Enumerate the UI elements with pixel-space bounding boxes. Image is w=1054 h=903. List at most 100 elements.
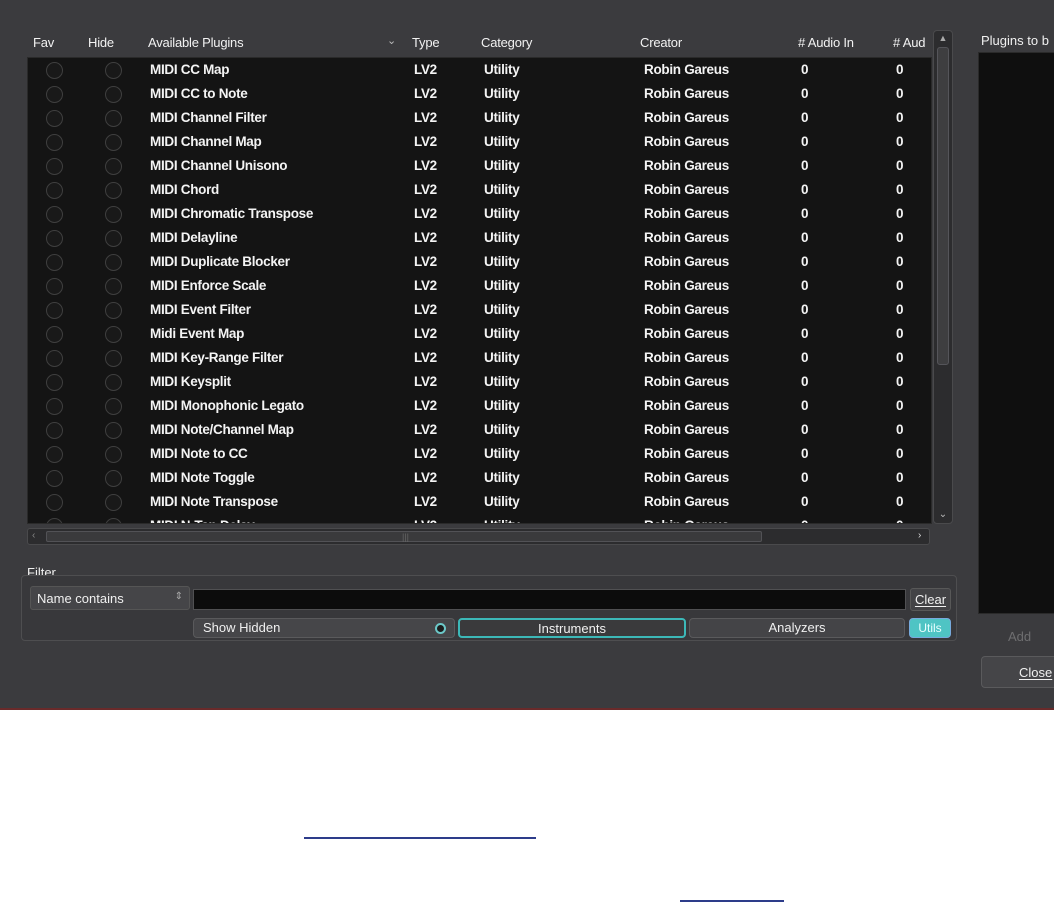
cell-category: Utility [484, 62, 520, 77]
plugin-list[interactable]: MIDI CC Map LV2 Utility Robin Gareus 0 0 MIDI … [27, 57, 932, 524]
cell-audio-in: 0 [801, 230, 809, 245]
cell-creator: Robin Gareus [644, 326, 729, 341]
scroll-up-icon[interactable]: ▲ [936, 33, 950, 45]
fav-radio[interactable] [46, 350, 63, 367]
scroll-left-icon[interactable]: ‹ [32, 530, 35, 541]
hide-radio[interactable] [105, 494, 122, 511]
table-row[interactable]: MIDI Chromatic Transpose LV2 Utility Robin … [28, 202, 931, 226]
hide-radio[interactable] [105, 182, 122, 199]
column-header-type[interactable]: Type [412, 35, 440, 50]
vertical-scrollbar[interactable]: ▲ ⌄ [933, 30, 953, 524]
hide-radio[interactable] [105, 86, 122, 103]
fav-radio[interactable] [46, 326, 63, 343]
scroll-right-icon[interactable]: › [918, 530, 921, 541]
fav-radio[interactable] [46, 398, 63, 415]
cell-audio-out: 0 [896, 422, 904, 437]
table-row[interactable]: MIDI Monophonic Legato LV2 Utility Robin Ga… [28, 394, 931, 418]
fav-radio[interactable] [46, 182, 63, 199]
scrollbar-thumb[interactable] [937, 47, 949, 365]
column-header-fav[interactable]: Fav [33, 35, 54, 50]
table-row[interactable]: MIDI Note Transpose LV2 Utility Robin Gareu… [28, 490, 931, 514]
cell-category: Utility [484, 374, 520, 389]
table-row[interactable]: MIDI Key-Range Filter LV2 Utility Robin Gar… [28, 346, 931, 370]
hide-radio[interactable] [105, 254, 122, 271]
hide-radio[interactable] [105, 422, 122, 439]
column-header-audio-in[interactable]: # Audio In [798, 35, 854, 50]
hide-radio[interactable] [105, 230, 122, 247]
fav-radio[interactable] [46, 374, 63, 391]
hide-radio[interactable] [105, 326, 122, 343]
table-row[interactable]: MIDI CC to Note LV2 Utility Robin Gareus 0 0 [28, 82, 931, 106]
table-row[interactable]: MIDI Delayline LV2 Utility Robin Gareus 0 0 [28, 226, 931, 250]
fav-radio[interactable] [46, 110, 63, 127]
table-row[interactable]: MIDI Event Filter LV2 Utility Robin Gareus 0… [28, 298, 931, 322]
fav-radio[interactable] [46, 518, 63, 523]
hide-radio[interactable] [105, 278, 122, 295]
hide-radio[interactable] [105, 134, 122, 151]
analyzers-toggle[interactable]: Analyzers [689, 618, 905, 638]
fav-radio[interactable] [46, 158, 63, 175]
table-row[interactable]: MIDI Channel Map LV2 Utility Robin Gareus 0 0 [28, 130, 931, 154]
page-link-underline[interactable] [304, 837, 536, 839]
page-link-underline[interactable] [680, 900, 784, 902]
table-row[interactable]: MIDI Keysplit LV2 Utility Robin Gareus 0 0 [28, 370, 931, 394]
table-row[interactable]: MIDI Note/Channel Map LV2 Utility Robin Gar… [28, 418, 931, 442]
fav-radio[interactable] [46, 86, 63, 103]
table-row[interactable]: MIDI Note Toggle LV2 Utility Robin Gareus 0 0 [28, 466, 931, 490]
table-row[interactable]: MIDI Duplicate Blocker LV2 Utility Robin Ga… [28, 250, 931, 274]
clear-button[interactable]: Clear [910, 588, 951, 611]
scroll-down-icon[interactable]: ⌄ [936, 509, 950, 521]
table-row[interactable]: Midi Event Map LV2 Utility Robin Gareus 0 0 [28, 322, 931, 346]
cell-category: Utility [484, 326, 520, 341]
table-row[interactable]: MIDI Enforce Scale LV2 Utility Robin Gareus… [28, 274, 931, 298]
filter-input[interactable] [193, 589, 906, 610]
fav-radio[interactable] [46, 470, 63, 487]
show-hidden-toggle[interactable]: Show Hidden [193, 618, 455, 638]
column-header-name[interactable]: Available Plugins [148, 35, 244, 50]
filter-mode-select[interactable]: Name contains ⇕ [30, 586, 190, 610]
fav-radio[interactable] [46, 422, 63, 439]
fav-radio[interactable] [46, 254, 63, 271]
column-header-hide[interactable]: Hide [88, 35, 114, 50]
hide-radio[interactable] [105, 470, 122, 487]
selected-plugins-list[interactable] [978, 52, 1054, 614]
fav-radio[interactable] [46, 134, 63, 151]
fav-radio[interactable] [46, 494, 63, 511]
column-header-creator[interactable]: Creator [640, 35, 682, 50]
hide-radio[interactable] [105, 110, 122, 127]
cell-audio-out: 0 [896, 134, 904, 149]
table-row[interactable]: MIDI Channel Filter LV2 Utility Robin Gareu… [28, 106, 931, 130]
chevron-down-icon[interactable]: ⌄ [387, 34, 396, 47]
utils-toggle[interactable]: Utils [909, 618, 951, 638]
column-header-audio-out[interactable]: # Aud [893, 35, 925, 50]
hide-radio[interactable] [105, 374, 122, 391]
horizontal-scrollbar-thumb[interactable]: ||| [46, 531, 762, 542]
cell-category: Utility [484, 518, 520, 523]
fav-radio[interactable] [46, 278, 63, 295]
hide-radio[interactable] [105, 446, 122, 463]
instruments-toggle[interactable]: Instruments [458, 618, 686, 638]
cell-type: LV2 [414, 302, 437, 317]
hide-radio[interactable] [105, 398, 122, 415]
table-row[interactable]: MIDI CC Map LV2 Utility Robin Gareus 0 0 [28, 58, 931, 82]
horizontal-scrollbar[interactable]: ‹ ||| › [27, 528, 930, 545]
fav-radio[interactable] [46, 62, 63, 79]
cell-audio-out: 0 [896, 398, 904, 413]
hide-radio[interactable] [105, 158, 122, 175]
table-row[interactable]: MIDI N-Tap Delay LV2 Utility Robin Gareus 0 0 [28, 514, 931, 523]
table-row[interactable]: MIDI Channel Unisono LV2 Utility Robin Gare… [28, 154, 931, 178]
close-button[interactable]: Close [981, 656, 1054, 688]
fav-radio[interactable] [46, 206, 63, 223]
add-button[interactable]: Add [978, 625, 1054, 649]
hide-radio[interactable] [105, 518, 122, 523]
fav-radio[interactable] [46, 230, 63, 247]
hide-radio[interactable] [105, 206, 122, 223]
column-header-category[interactable]: Category [481, 35, 532, 50]
hide-radio[interactable] [105, 302, 122, 319]
hide-radio[interactable] [105, 62, 122, 79]
hide-radio[interactable] [105, 350, 122, 367]
table-row[interactable]: MIDI Note to CC LV2 Utility Robin Gareus 0 0 [28, 442, 931, 466]
fav-radio[interactable] [46, 302, 63, 319]
table-row[interactable]: MIDI Chord LV2 Utility Robin Gareus 0 0 [28, 178, 931, 202]
fav-radio[interactable] [46, 446, 63, 463]
